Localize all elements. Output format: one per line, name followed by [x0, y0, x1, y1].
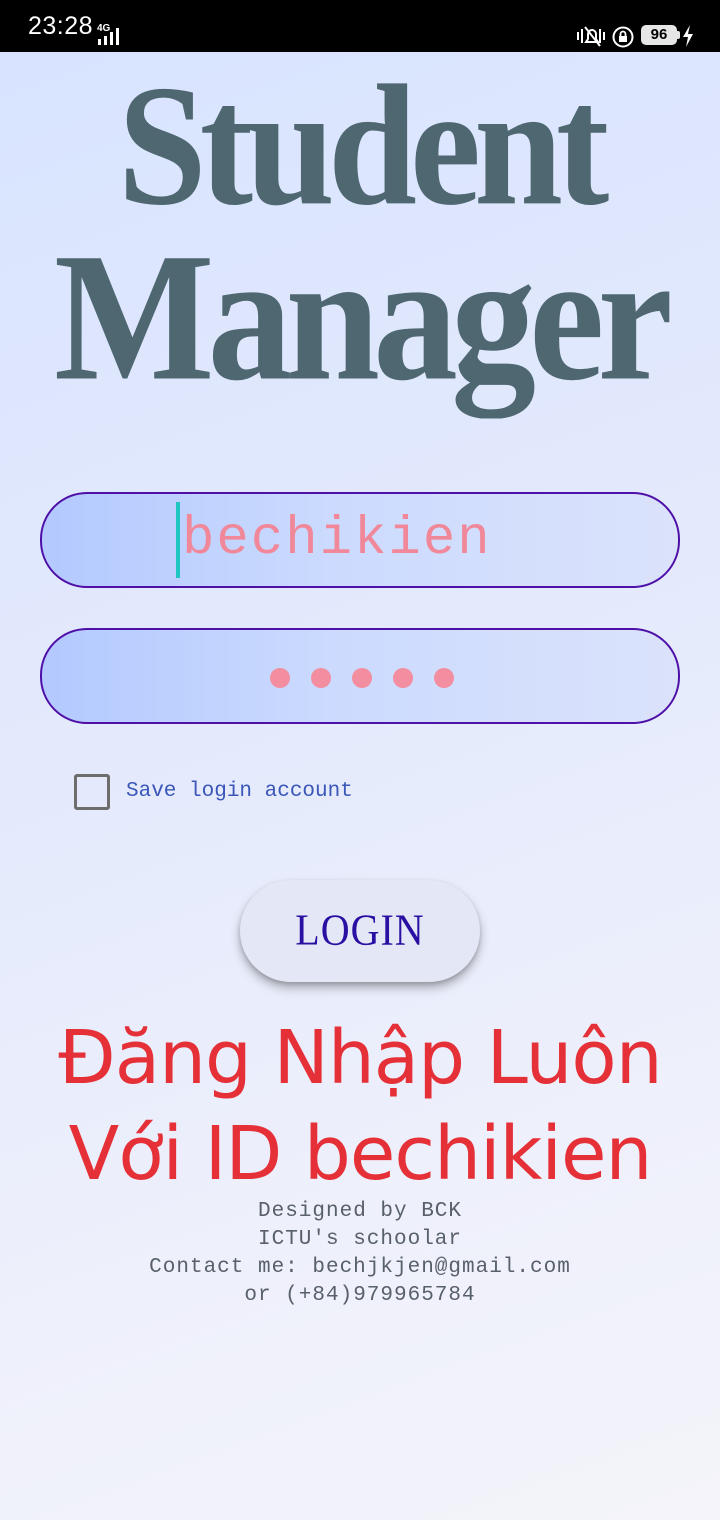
- charging-icon: [683, 25, 693, 47]
- password-dot: [270, 668, 290, 688]
- rotation-lock-icon: [612, 26, 634, 48]
- password-input[interactable]: [40, 628, 680, 724]
- footer-school: ICTU's schoolar: [257, 1228, 463, 1251]
- password-mask: [270, 668, 454, 688]
- text-cursor: [176, 502, 180, 578]
- save-login-checkbox[interactable]: [74, 774, 110, 810]
- password-dot: [311, 668, 331, 688]
- battery-tip: [677, 31, 680, 39]
- footer-contact-phone: or (+84)979965784: [244, 1284, 476, 1307]
- username-value: bechikien: [182, 509, 492, 570]
- status-bar: 23:28 4G 96: [0, 0, 720, 52]
- app-title-line2: Manager: [54, 215, 673, 419]
- caption-line1: Đăng Nhập Luôn: [58, 1015, 662, 1101]
- footer-contact-email: Contact me: bechjkjen@gmail.com: [149, 1256, 571, 1279]
- status-time: 23:28: [28, 12, 94, 40]
- caption-line2: Với ID bechikien: [68, 1111, 653, 1197]
- app-title: Student Manager: [0, 53, 720, 411]
- app-title-line1: Student: [117, 48, 610, 242]
- password-dot: [393, 668, 413, 688]
- save-login-label[interactable]: Save login account: [126, 778, 353, 806]
- password-dot: [352, 668, 372, 688]
- login-button[interactable]: LOGIN: [240, 880, 480, 982]
- footer-designer: Designed by BCK: [257, 1200, 463, 1223]
- login-button-label: LOGIN: [295, 904, 425, 955]
- battery-icon: 96: [641, 25, 677, 45]
- username-input[interactable]: bechikien: [40, 492, 680, 588]
- footer-credits: Designed by BCK ICTU's schoolar Contact …: [0, 1198, 720, 1310]
- caption-overlay: Đăng Nhập Luôn Với ID bechikien: [0, 1010, 720, 1202]
- password-dot: [434, 668, 454, 688]
- signal-icon: [98, 28, 119, 45]
- vibrate-icon: [577, 26, 605, 47]
